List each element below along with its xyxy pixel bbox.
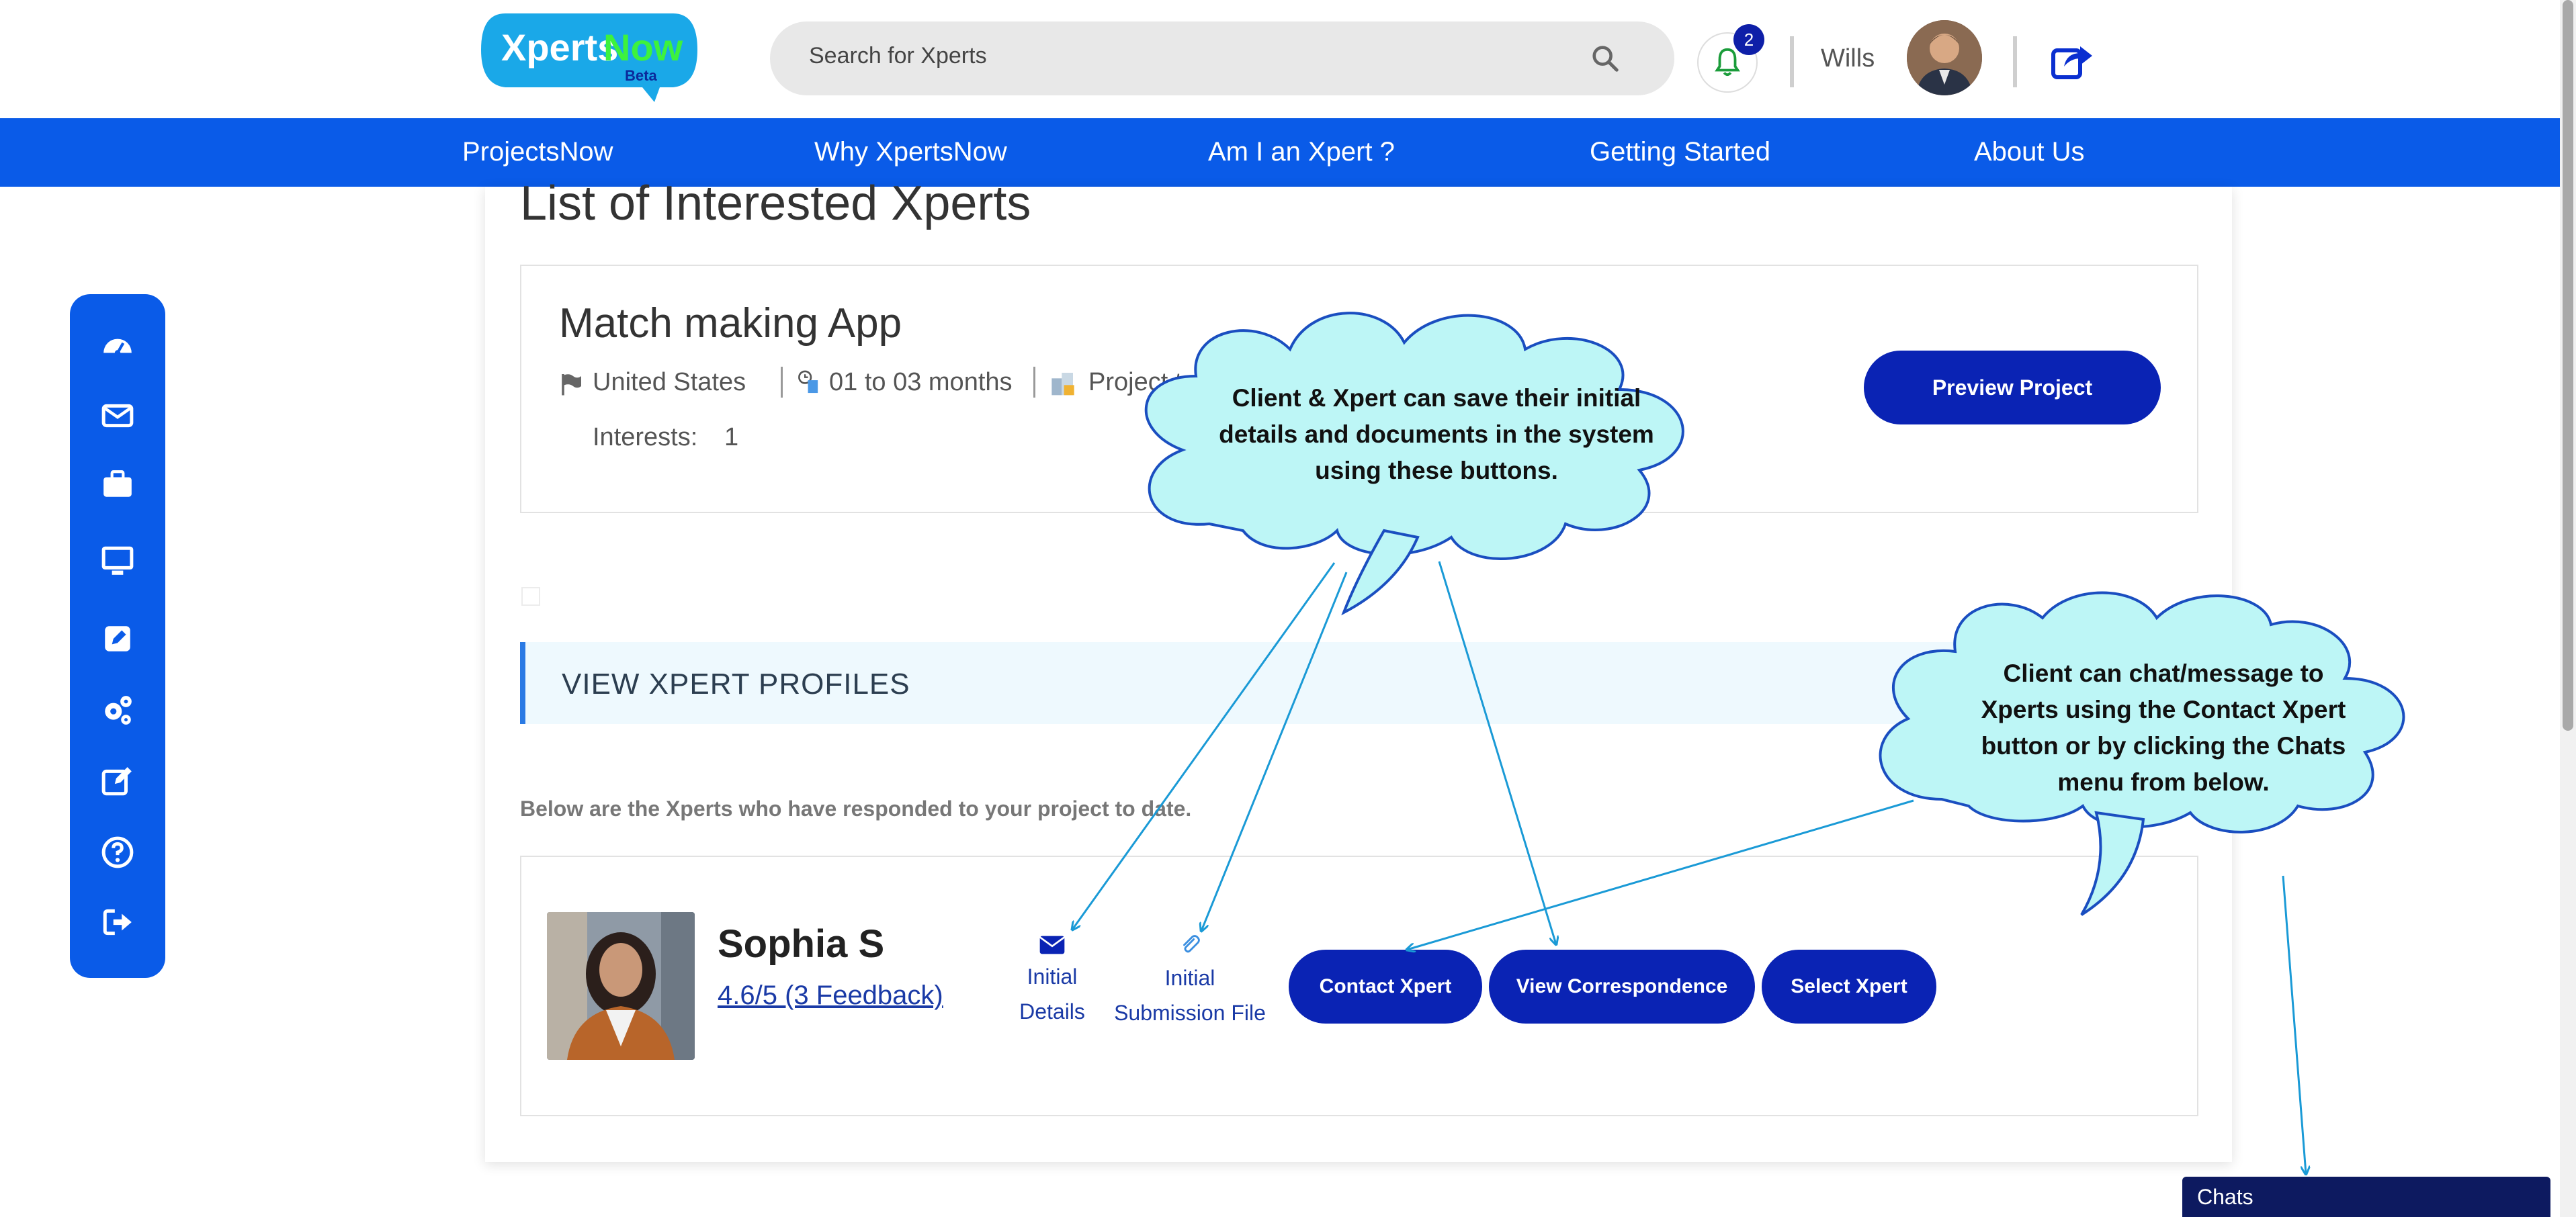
logo-word-xperts: Xperts [501, 26, 618, 69]
nav-why-xpertsnow[interactable]: Why XpertsNow [814, 137, 1007, 167]
paperclip-icon [1183, 935, 1200, 953]
section-title: VIEW XPERT PROFILES [562, 668, 910, 701]
preview-project-button[interactable]: Preview Project [1864, 351, 2161, 424]
initial-submission-file-link[interactable]: Initial Submission File [1113, 934, 1267, 1030]
left-sidebar [70, 294, 165, 978]
question-icon[interactable] [101, 836, 134, 869]
select-xpert-button[interactable]: Select Xpert [1762, 950, 1936, 1024]
xpert-photo[interactable] [547, 912, 695, 1060]
envelope-icon[interactable] [101, 399, 134, 433]
notification-count-badge: 2 [1733, 24, 1764, 55]
logo-word-now: Now [603, 26, 683, 69]
header: Xperts Now Beta Search for Xperts 2 Will… [0, 0, 2576, 118]
avatar-image [1907, 20, 1982, 95]
user-name[interactable]: Wills [1821, 44, 1875, 73]
page-scrollbar[interactable] [2560, 0, 2576, 1217]
page-title: List of Interested Xperts [520, 177, 1031, 230]
logo-beta-badge: Beta [625, 67, 657, 84]
main-navbar: ProjectsNow Why XpertsNow Am I an Xpert … [0, 118, 2576, 187]
scrollbar-thumb[interactable] [2563, 0, 2573, 731]
initial-details-label-1: Initial [1027, 964, 1078, 989]
header-divider [1790, 36, 1794, 87]
view-xpert-profiles-header: VIEW XPERT PROFILES [520, 642, 2201, 724]
search-bar[interactable]: Search for Xperts [770, 21, 1674, 95]
share-icon[interactable] [2051, 39, 2094, 81]
search-icon[interactable] [1590, 43, 1621, 74]
xpert-photo-image [547, 912, 695, 1060]
view-correspondence-button[interactable]: View Correspondence [1489, 950, 1755, 1024]
edit-box-icon[interactable] [101, 622, 134, 656]
nav-about-us[interactable]: About Us [1974, 137, 2085, 167]
initial-file-label-1: Initial [1164, 966, 1215, 990]
sign-out-icon[interactable] [101, 905, 134, 939]
project-name: Match making App [559, 300, 902, 347]
dashboard-icon[interactable] [101, 329, 134, 363]
clock-document-icon [798, 370, 818, 394]
gears-icon[interactable] [101, 693, 134, 727]
nav-am-i-an-xpert[interactable]: Am I an Xpert ? [1208, 137, 1395, 167]
callout-text-2: Client can chat/message to Xperts using … [1981, 660, 2346, 796]
search-input[interactable]: Search for Xperts [809, 43, 987, 69]
briefcase-icon[interactable] [101, 467, 134, 501]
chats-tab[interactable]: Chats [2182, 1177, 2550, 1217]
project-duration: 01 to 03 months [829, 368, 1013, 396]
interests-count: 1 [724, 423, 739, 451]
nav-getting-started[interactable]: Getting Started [1590, 137, 1770, 167]
xpert-profile-card: Sophia S 4.6/5 (3 Feedback) Initial Deta… [520, 856, 2198, 1116]
chats-label: Chats [2197, 1185, 2253, 1209]
monitor-icon[interactable] [101, 544, 134, 578]
contact-xpert-button[interactable]: Contact Xpert [1289, 950, 1482, 1024]
responded-xperts-note: Below are the Xperts who have responded … [520, 797, 1192, 821]
user-avatar[interactable] [1907, 20, 1982, 95]
nav-projectsnow[interactable]: ProjectsNow [462, 137, 613, 167]
xpert-name: Sophia S [718, 922, 885, 966]
interests-label: Interests: [593, 423, 698, 451]
building-icon [1051, 373, 1074, 396]
header-divider [2013, 36, 2017, 87]
meta-divider [1033, 367, 1035, 398]
envelope-icon [1039, 936, 1066, 954]
faint-placeholder-icon [521, 587, 540, 606]
callout-text-1: Client & Xpert can save their initial de… [1219, 384, 1654, 484]
initial-details-link[interactable]: Initial Details [992, 935, 1113, 1029]
flag-icon [562, 374, 581, 396]
project-type: Project ty [1088, 368, 1195, 396]
arrow-to-chats [2282, 875, 2306, 1174]
xpertsnow-logo[interactable]: Xperts Now Beta [478, 9, 700, 105]
meta-divider [781, 367, 783, 398]
initial-details-label-2: Details [1019, 999, 1085, 1024]
initial-file-label-2: Submission File [1114, 1001, 1266, 1025]
project-country: United States [593, 368, 746, 396]
xpert-rating-link[interactable]: 4.6/5 (3 Feedback) [718, 981, 943, 1011]
pencil-square-icon[interactable] [101, 764, 134, 798]
